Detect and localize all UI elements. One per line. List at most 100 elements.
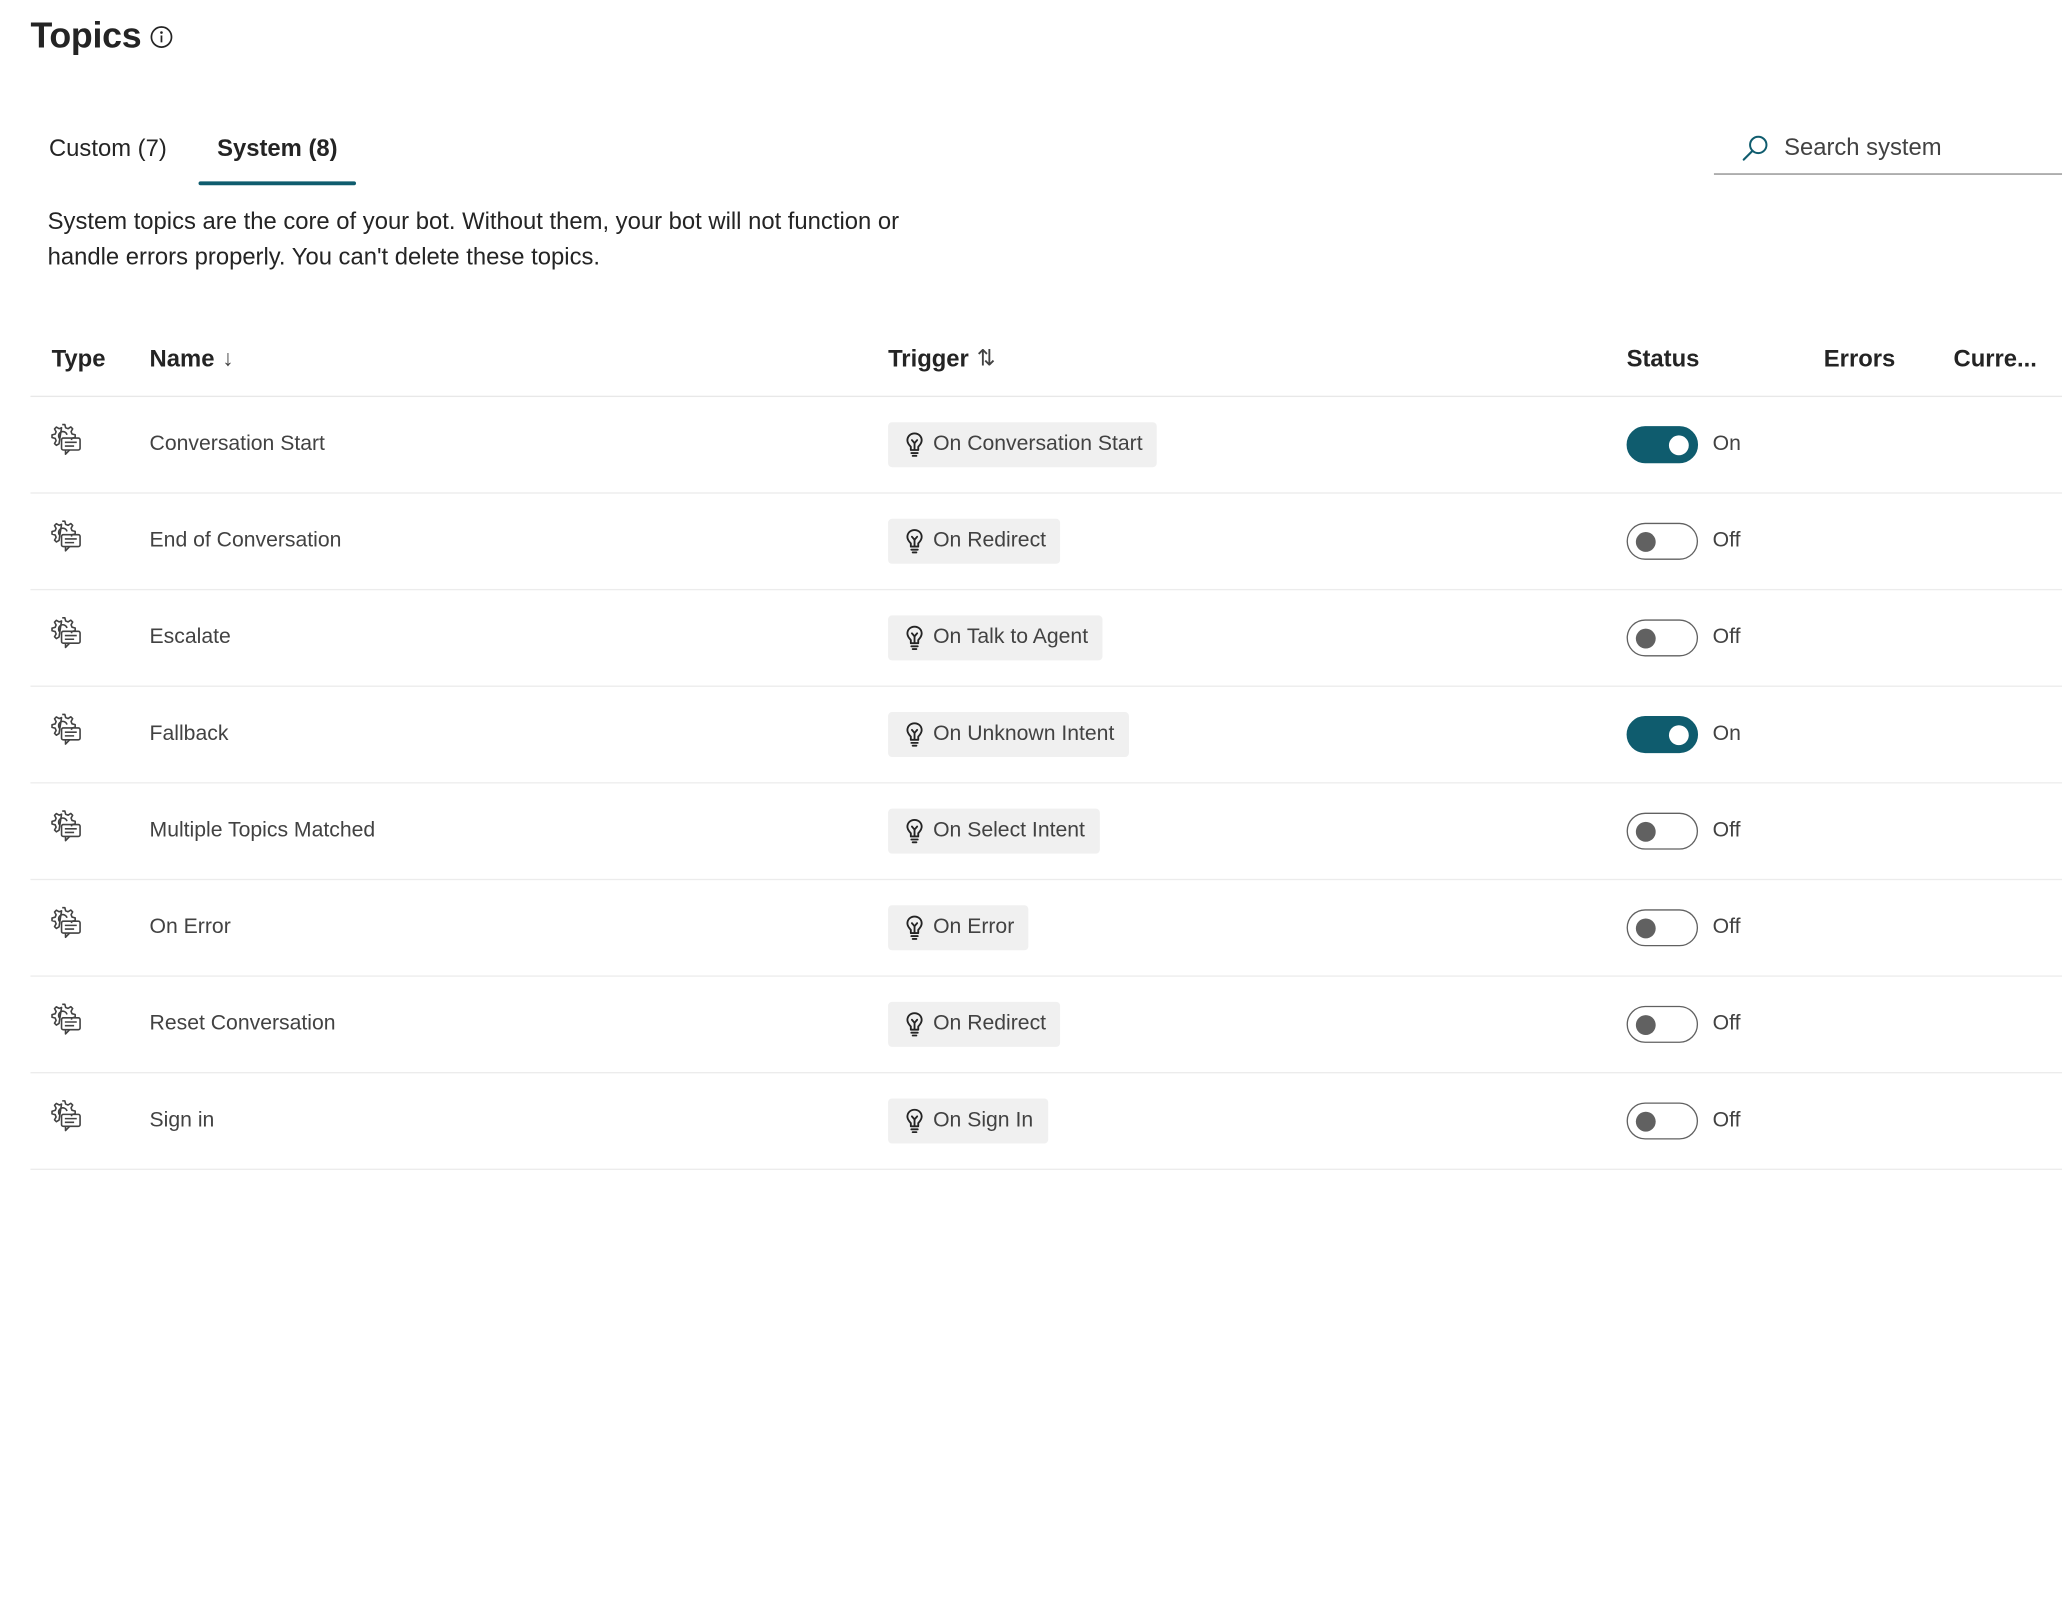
- status-cell: Off: [1626, 977, 1741, 1072]
- info-icon[interactable]: [149, 24, 173, 48]
- status-toggle[interactable]: [1626, 426, 1699, 464]
- column-header-status[interactable]: Status: [1627, 327, 1700, 391]
- type-cell: [49, 1073, 83, 1168]
- type-cell: [49, 977, 83, 1072]
- lightbulb-icon: [904, 1011, 925, 1037]
- gear-chat-icon: [49, 809, 83, 843]
- trigger-cell: On Error: [888, 880, 1029, 975]
- topic-name[interactable]: End of Conversation: [150, 529, 342, 553]
- status-toggle[interactable]: [1626, 1005, 1699, 1043]
- name-cell: Escalate: [150, 590, 231, 685]
- trigger-label: On Select Intent: [933, 819, 1085, 842]
- topic-name[interactable]: On Error: [150, 916, 231, 940]
- lightbulb-icon: [904, 625, 925, 651]
- trigger-cell: On Conversation Start: [888, 397, 1158, 492]
- status-toggle[interactable]: [1626, 522, 1699, 560]
- trigger-cell: On Select Intent: [888, 784, 1100, 879]
- name-cell: Reset Conversation: [150, 977, 336, 1072]
- table-row[interactable]: On Error On Error Off: [30, 880, 2063, 977]
- lightbulb-icon: [904, 721, 925, 747]
- gear-chat-icon: [49, 615, 83, 649]
- column-header-current-label: Curre...: [1953, 345, 2037, 372]
- status-toggle[interactable]: [1626, 1102, 1699, 1140]
- status-label: Off: [1712, 1012, 1741, 1035]
- status-cell: On: [1626, 687, 1741, 782]
- trigger-chip: On Sign In: [888, 1098, 1048, 1144]
- sort-both-icon: ⇅: [976, 345, 996, 371]
- lightbulb-icon: [904, 431, 925, 457]
- sort-descending-icon: ↓: [222, 345, 234, 371]
- system-topics-description: System topics are the core of your bot. …: [47, 207, 900, 270]
- table-row[interactable]: Fallback On Unknown Intent On: [30, 687, 2063, 784]
- table-row[interactable]: Multiple Topics Matched On Select Intent…: [30, 784, 2063, 881]
- trigger-cell: On Unknown Intent: [888, 687, 1129, 782]
- status-cell: On: [1626, 397, 1741, 492]
- trigger-chip: On Talk to Agent: [888, 615, 1103, 661]
- status-label: Off: [1712, 915, 1741, 939]
- gear-chat-icon: [49, 1099, 83, 1133]
- search-box: [1713, 122, 2063, 175]
- table-row[interactable]: Escalate On Talk to Agent Off: [30, 590, 2063, 687]
- trigger-label: On Conversation Start: [933, 432, 1143, 456]
- type-cell: [49, 784, 83, 879]
- status-toggle[interactable]: [1626, 619, 1699, 657]
- search-icon: [1740, 133, 1769, 162]
- gear-chat-icon: [49, 422, 83, 456]
- topic-name[interactable]: Fallback: [150, 723, 229, 747]
- page-header: Topics: [30, 16, 173, 57]
- status-label: Off: [1712, 529, 1741, 552]
- column-header-type[interactable]: Type: [52, 327, 106, 391]
- status-label: On: [1712, 722, 1741, 746]
- name-cell: Sign in: [150, 1073, 215, 1168]
- lightbulb-icon: [904, 1108, 925, 1134]
- table-row[interactable]: Sign in On Sign In Off: [30, 1073, 2063, 1170]
- page-title: Topics: [30, 15, 142, 56]
- name-cell: Conversation Start: [150, 397, 325, 492]
- type-cell: [49, 880, 83, 975]
- gear-chat-icon: [49, 905, 83, 939]
- trigger-chip: On Conversation Start: [888, 422, 1158, 468]
- column-header-current[interactable]: Curre...: [1953, 327, 2036, 391]
- column-header-trigger[interactable]: Trigger ⇅: [888, 327, 996, 391]
- trigger-cell: On Sign In: [888, 1073, 1048, 1168]
- page: Topics Custom (7) System (8) System topi…: [0, 0, 2065, 1619]
- status-cell: Off: [1626, 590, 1741, 685]
- status-label: Off: [1712, 1109, 1741, 1132]
- type-cell: [49, 687, 83, 782]
- lightbulb-icon: [904, 915, 925, 941]
- status-toggle[interactable]: [1626, 716, 1699, 754]
- type-cell: [49, 397, 83, 492]
- topic-tabs: Custom (7) System (8): [30, 127, 369, 188]
- status-cell: Off: [1626, 1073, 1741, 1168]
- trigger-label: On Redirect: [933, 1012, 1047, 1035]
- topic-name[interactable]: Escalate: [150, 626, 231, 650]
- trigger-cell: On Talk to Agent: [888, 590, 1103, 685]
- topic-name[interactable]: Conversation Start: [150, 433, 325, 457]
- trigger-chip: On Select Intent: [888, 808, 1100, 854]
- column-header-errors[interactable]: Errors: [1824, 327, 1896, 391]
- name-cell: On Error: [150, 880, 231, 975]
- column-header-name-label: Name: [149, 345, 215, 372]
- table-row[interactable]: Reset Conversation On Redirect Off: [30, 977, 2063, 1074]
- status-cell: Off: [1626, 880, 1741, 975]
- search-input[interactable]: [1784, 133, 2049, 162]
- topic-name[interactable]: Reset Conversation: [150, 1012, 336, 1036]
- status-toggle[interactable]: [1626, 909, 1699, 947]
- topic-name[interactable]: Sign in: [150, 1109, 215, 1133]
- table-row[interactable]: Conversation Start On Conversation Start…: [30, 397, 2063, 494]
- status-label: Off: [1712, 626, 1741, 649]
- status-toggle[interactable]: [1626, 812, 1699, 850]
- column-header-trigger-label: Trigger: [888, 345, 969, 372]
- status-cell: Off: [1626, 784, 1740, 879]
- trigger-chip: On Redirect: [888, 518, 1061, 564]
- topic-name[interactable]: Multiple Topics Matched: [150, 819, 376, 843]
- trigger-cell: On Redirect: [888, 977, 1061, 1072]
- tab-custom[interactable]: Custom (7): [30, 127, 185, 169]
- topics-table: Type Name ↓ Trigger ⇅ Status Errors Curr…: [30, 327, 2063, 1170]
- table-row[interactable]: End of Conversation On Redirect Off: [30, 494, 2063, 591]
- gear-chat-icon: [49, 519, 83, 553]
- tab-system[interactable]: System (8): [198, 127, 357, 186]
- name-cell: Multiple Topics Matched: [150, 784, 376, 879]
- column-header-name[interactable]: Name ↓: [150, 327, 234, 391]
- trigger-cell: On Redirect: [888, 494, 1061, 589]
